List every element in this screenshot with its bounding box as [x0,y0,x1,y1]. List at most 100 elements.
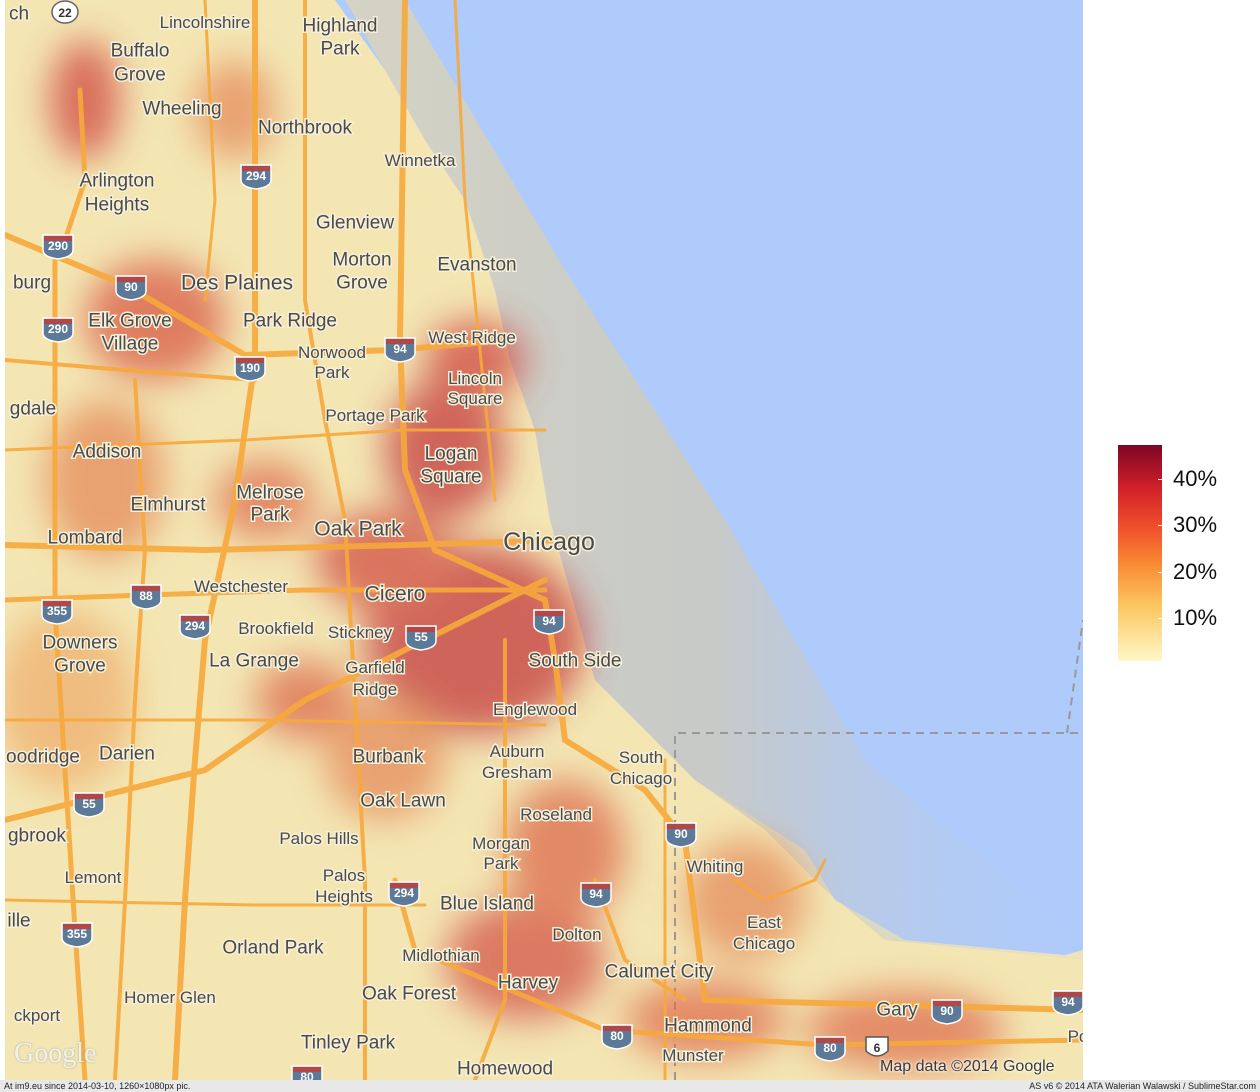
place-label: Brookfield [238,619,314,638]
place-label: East [747,913,781,932]
place-label: Heights [85,195,149,216]
footer-left-text: At im9.eu since 2014-03-10, 1260×1080px … [4,1081,191,1091]
place-label: Morton [332,250,391,271]
place-label: Gresham [482,763,552,782]
shield-number: 294 [185,619,205,633]
shield-number: 294 [246,169,266,183]
place-label: ille [7,911,30,932]
place-label: South Side [529,651,622,672]
place-label: Park [250,505,290,526]
highway-shield-294: 294 [179,614,211,640]
shield-number: 55 [82,797,96,811]
place-label: Oak Park [314,517,402,540]
highway-shield-90: 90 [931,999,963,1025]
legend-tick-mark [1158,525,1162,526]
place-label: Palos [323,866,366,885]
shield-number: 94 [1061,995,1075,1009]
shield-number: 190 [240,361,260,375]
place-label: Park Ridge [243,311,337,332]
shield-number: 55 [414,630,428,644]
shield-number: 290 [48,239,68,253]
highway-shield-355: 355 [41,599,73,625]
place-label: Palos Hills [279,829,358,848]
highway-shield-90: 90 [665,822,697,848]
highway-shield-55: 55 [73,792,105,818]
place-label: Arlington [80,171,155,192]
place-label: Heights [315,887,373,906]
highway-shield-294: 294 [240,164,272,190]
place-label: La Grange [209,651,299,672]
place-label: Roseland [520,805,592,824]
place-label: Des Plaines [181,271,293,294]
place-label: Morgan [472,834,530,853]
place-label: Evanston [437,255,516,276]
place-label: West Ridge [428,328,516,347]
highway-shield-94: 94 [1052,990,1083,1016]
place-label: Grove [336,273,388,294]
place-label: Darien [99,744,155,765]
legend-colorbar [1118,445,1162,661]
color-legend: 40% 30% 20% 10% [1118,445,1238,665]
place-label: Park [315,363,350,382]
place-label: Lincolnshire [160,13,251,32]
google-logo: Google [14,1038,97,1069]
place-label: Glenview [316,213,394,234]
place-label: Gary [876,1000,918,1021]
highway-shield-355: 355 [61,922,93,948]
highway-shield-90: 90 [115,275,147,301]
place-label: Highland [303,16,378,37]
highway-shield-80: 80 [814,1036,846,1062]
highway-shield-294: 294 [388,881,420,907]
highway-shield-290: 290 [42,317,74,343]
footer-right-text: AS v6 © 2014 ATA Walerian Walawski / Sub… [1029,1081,1256,1091]
place-label: ch [9,4,29,25]
place-label: Winnetka [385,151,456,170]
place-label: Whiting [687,857,744,876]
legend-tick-mark [1158,572,1162,573]
shield-number: 94 [542,614,556,628]
place-label: Lincoln [448,369,502,388]
place-label: Square [420,467,481,488]
place-label: Chicago [503,528,595,556]
place-label: Blue Island [440,894,534,915]
shield-number: 80 [300,1070,314,1080]
place-label: Munster [662,1046,724,1065]
place-label: Homer Glen [124,988,216,1007]
place-label: Tinley Park [301,1033,396,1054]
place-label: Chicago [610,769,672,788]
highway-shield-94: 94 [533,609,565,635]
place-label: Northbrook [258,118,352,139]
legend-tick-label: 20% [1173,559,1218,584]
place-label: Hammond [664,1016,752,1037]
place-label: Orland Park [222,938,324,959]
highway-shield-6: 6 [865,1036,889,1057]
place-label: Dolton [552,925,601,944]
place-label: oodridge [6,747,80,768]
place-label: Homewood [457,1059,553,1080]
shield-number: 80 [610,1029,624,1043]
place-label: Park [484,854,519,873]
highway-shield-290: 290 [42,234,74,260]
place-label: Addison [73,442,142,463]
place-label: Westchester [194,577,289,596]
legend-tick-mark [1158,618,1162,619]
place-label: Park [320,39,360,60]
map-credit: Map data ©2014 Google [880,1058,1055,1075]
shield-number: 90 [124,280,138,294]
shield-number: 90 [674,827,688,841]
place-label: Norwood [298,343,366,362]
legend-tick-mark [1158,479,1162,480]
place-label: Grove [54,656,106,677]
shield-number: 22 [58,6,72,20]
footer-bar: At im9.eu since 2014-03-10, 1260×1080px … [0,1080,1260,1092]
shield-number: 290 [48,322,68,336]
place-label: Garfield [345,658,405,677]
shield-number: 294 [394,886,414,900]
place-label: Oak Forest [362,984,457,1005]
place-label: Elk Grove [88,311,171,332]
place-label: Logan [425,444,478,465]
highway-shield-80: 80 [601,1024,633,1050]
place-label: Oak Lawn [360,791,446,812]
shield-number: 355 [47,604,67,618]
place-label: Melrose [236,483,304,504]
